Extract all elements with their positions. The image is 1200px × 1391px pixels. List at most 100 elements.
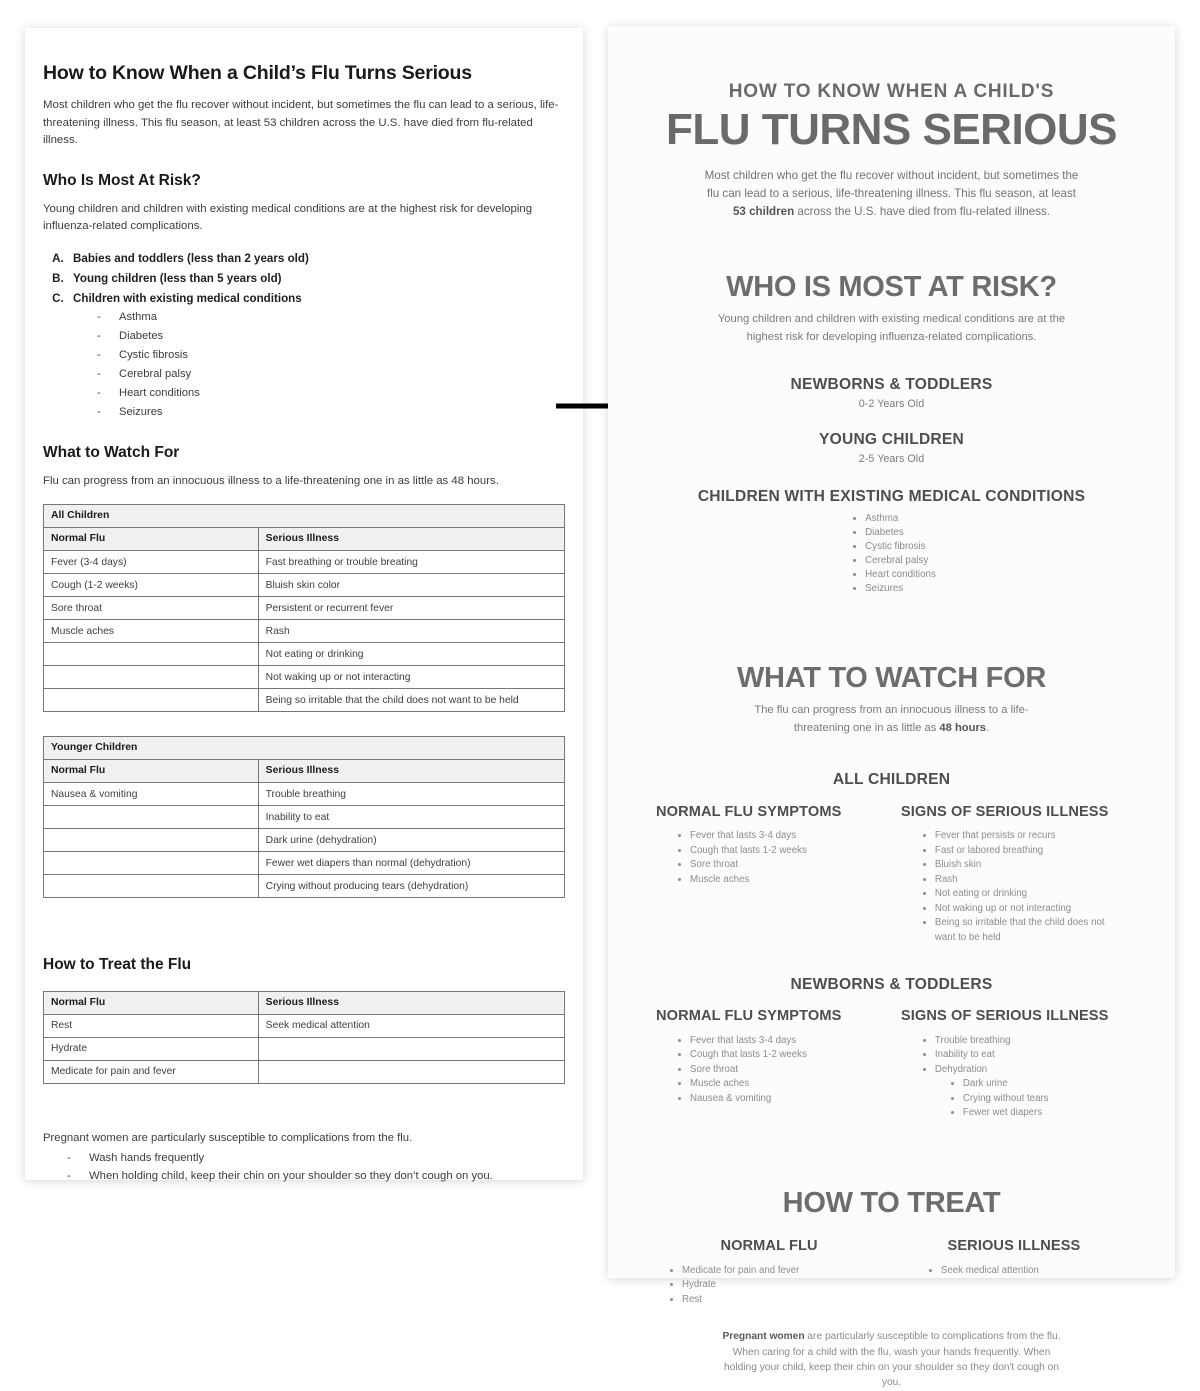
- column-header: SIGNS OF SERIOUS ILLNESS: [900, 803, 1109, 820]
- column-header: Normal Flu: [43, 527, 259, 552]
- serious-illness-list: Trouble breathing Inability to eat Dehyd…: [901, 1034, 1127, 1121]
- column-normal-flu-all-children: NORMAL FLU SYMPTOMS Fever that lasts 3-4…: [656, 804, 882, 946]
- infographic-panel: HOW TO KNOW WHEN A CHILD'S FLU TURNS SER…: [608, 26, 1175, 1388]
- risk-group-young-children-heading: YOUNG CHILDREN: [819, 430, 964, 448]
- table-younger-children: Younger Children Normal Flu Serious Illn…: [43, 736, 566, 899]
- list-item: Fewer wet diapers: [963, 1106, 1127, 1121]
- table-cell: Sore throat: [43, 596, 259, 621]
- table-cell: Trouble breathing: [257, 782, 566, 807]
- table-cell: Fever (3-4 days): [43, 550, 259, 575]
- list-item: Being so irritable that the child does n…: [935, 916, 1127, 945]
- list-item: Fever that lasts 3-4 days: [690, 1034, 882, 1049]
- watch-newborns-heading: NEWBORNS & TODDLERS: [790, 975, 993, 993]
- column-serious-illness-newborns: SIGNS OF SERIOUS ILLNESS Trouble breathi…: [901, 1008, 1127, 1121]
- list-item: Muscle aches: [690, 873, 882, 888]
- normal-flu-list: Fever that lasts 3-4 days Cough that las…: [656, 829, 882, 887]
- list-item: Cerebral palsy: [865, 554, 936, 568]
- list-item: Seizures: [865, 582, 936, 596]
- serious-illness-list: Fever that persists or recurs Fast or la…: [901, 829, 1127, 945]
- list-item: Inability to eat: [935, 1048, 1127, 1063]
- watch-newborns-columns: NORMAL FLU SYMPTOMS Fever that lasts 3-4…: [656, 1008, 1127, 1121]
- list-item: Cystic fibrosis: [865, 540, 936, 554]
- list-item-label: Young children (less than 5 years old): [73, 271, 282, 285]
- lede-text-b: across the U.S. have died from flu-relat…: [794, 205, 1051, 219]
- list-item: Cystic fibrosis: [97, 346, 565, 365]
- table-cell: Medicate for pain and fever: [43, 1059, 259, 1084]
- section-sub-watch: The flu can progress from an innocuous i…: [742, 702, 1042, 737]
- table-cell: Rash: [257, 619, 566, 644]
- table-row: Fever (3-4 days) Fast breathing or troubl…: [43, 550, 566, 575]
- table-caption: Younger Children: [43, 736, 565, 761]
- document-intro-paragraph: Most children who get the flu recover wi…: [43, 99, 559, 147]
- column-treat-serious-illness: SERIOUS ILLNESS Seek medical attention: [901, 1238, 1127, 1307]
- table-cell: [43, 665, 259, 690]
- list-item: Rash: [935, 873, 1127, 888]
- watch-sub-highlight: 48 hours: [939, 721, 987, 734]
- column-header: SERIOUS ILLNESS: [947, 1238, 1081, 1255]
- document-conditions-list: Asthma Diabetes Cystic fibrosis Cerebral…: [73, 308, 565, 421]
- list-item: Trouble breathing: [935, 1034, 1127, 1049]
- section-heading-watch: WHAT TO WATCH FOR: [736, 661, 1046, 694]
- table-all-children: All Children Normal Flu Serious Illness …: [43, 504, 566, 713]
- table-cell: Seek medical attention: [257, 1013, 566, 1038]
- table-cell: Dark urine (dehydration): [257, 828, 566, 853]
- column-treat-normal-flu: NORMAL FLU Medicate for pain and fever H…: [656, 1238, 882, 1307]
- table-cell: Inability to eat: [257, 805, 566, 830]
- table-row: Being so irritable that the child does n…: [43, 688, 566, 713]
- list-item: Heart conditions: [865, 568, 936, 582]
- column-header: Serious Illness: [257, 990, 566, 1015]
- section-heading-treat: HOW TO TREAT: [782, 1186, 1001, 1219]
- list-item: Young children (less than 5 years old): [67, 269, 565, 289]
- table-row: Crying without producing tears (dehydrat…: [43, 874, 566, 899]
- list-item: Wash hands frequently: [67, 1149, 565, 1168]
- list-item: Rest: [682, 1293, 882, 1308]
- treat-normal-list: Medicate for pain and fever Hydrate Rest: [656, 1264, 882, 1308]
- table-cell: Nausea & vomiting: [43, 782, 259, 807]
- infographic-title: FLU TURNS SERIOUS: [665, 104, 1118, 154]
- section-sub-risk: Young children and children with existin…: [717, 313, 1066, 343]
- lede-text-a: Most children who get the flu recover wi…: [704, 169, 1079, 201]
- list-item: Heart conditions: [97, 384, 565, 403]
- table-cell: Being so irritable that the child does n…: [257, 688, 566, 713]
- document-heading-watch: What to Watch For: [43, 444, 180, 462]
- table-row: Rest Seek medical attention: [43, 1013, 566, 1038]
- table-cell: Persistent or recurrent fever: [257, 596, 566, 621]
- table-row: Nausea & vomiting Trouble breathing: [43, 782, 566, 807]
- table-treat: Normal Flu Serious Illness Rest Seek medi…: [43, 990, 566, 1084]
- table-row: Dark urine (dehydration): [43, 828, 566, 853]
- table-cell: Crying without producing tears (dehydrat…: [257, 874, 566, 899]
- column-header: NORMAL FLU: [720, 1238, 818, 1255]
- table-cell: Hydrate: [43, 1036, 259, 1061]
- list-item: Seizures: [97, 403, 565, 422]
- list-item: Sore throat: [690, 858, 882, 873]
- table-row: All Children: [43, 504, 565, 529]
- table-cell: [43, 805, 259, 830]
- source-document-panel: How to Know When a Child’s Flu Turns Ser…: [25, 28, 583, 1186]
- dehydration-sublist: Dark urine Crying without tears Fewer we…: [935, 1077, 1127, 1121]
- list-item: Fast or labored breathing: [935, 844, 1127, 859]
- list-item: Cough that lasts 1-2 weeks: [690, 1048, 882, 1063]
- infographic-kicker: HOW TO KNOW WHEN A CHILD'S: [728, 81, 1055, 102]
- table-cell: [43, 828, 259, 853]
- list-item: Muscle aches: [690, 1077, 882, 1092]
- column-header: Serious Illness: [257, 759, 566, 784]
- list-item: Fever that persists or recurs: [935, 829, 1127, 844]
- table-cell: Cough (1-2 weeks): [43, 573, 259, 598]
- table-cell: Fast breathing or trouble breating: [257, 550, 566, 575]
- list-item: Diabetes: [97, 327, 565, 346]
- risk-group-newborns-heading: NEWBORNS & TODDLERS: [790, 376, 993, 394]
- list-item: Seek medical attention: [941, 1264, 1127, 1279]
- list-item: Hydrate: [682, 1278, 882, 1293]
- document-title: How to Know When a Child’s Flu Turns Ser…: [43, 62, 472, 84]
- list-item: Sore throat: [690, 1063, 882, 1078]
- list-item: Dark urine: [963, 1077, 1127, 1092]
- table-cell: Bluish skin color: [257, 573, 566, 598]
- document-heading-treat: How to Treat the Flu: [43, 956, 192, 974]
- table-cell: [43, 642, 259, 667]
- list-item: Bluish skin: [935, 858, 1127, 873]
- risk-group-young-children-age: 2-5 Years Old: [858, 452, 925, 465]
- column-header: Normal Flu: [43, 759, 259, 784]
- table-cell: [257, 1059, 566, 1084]
- table-cell: [43, 851, 259, 876]
- table-cell: Fewer wet diapers than normal (dehydrati…: [257, 851, 566, 876]
